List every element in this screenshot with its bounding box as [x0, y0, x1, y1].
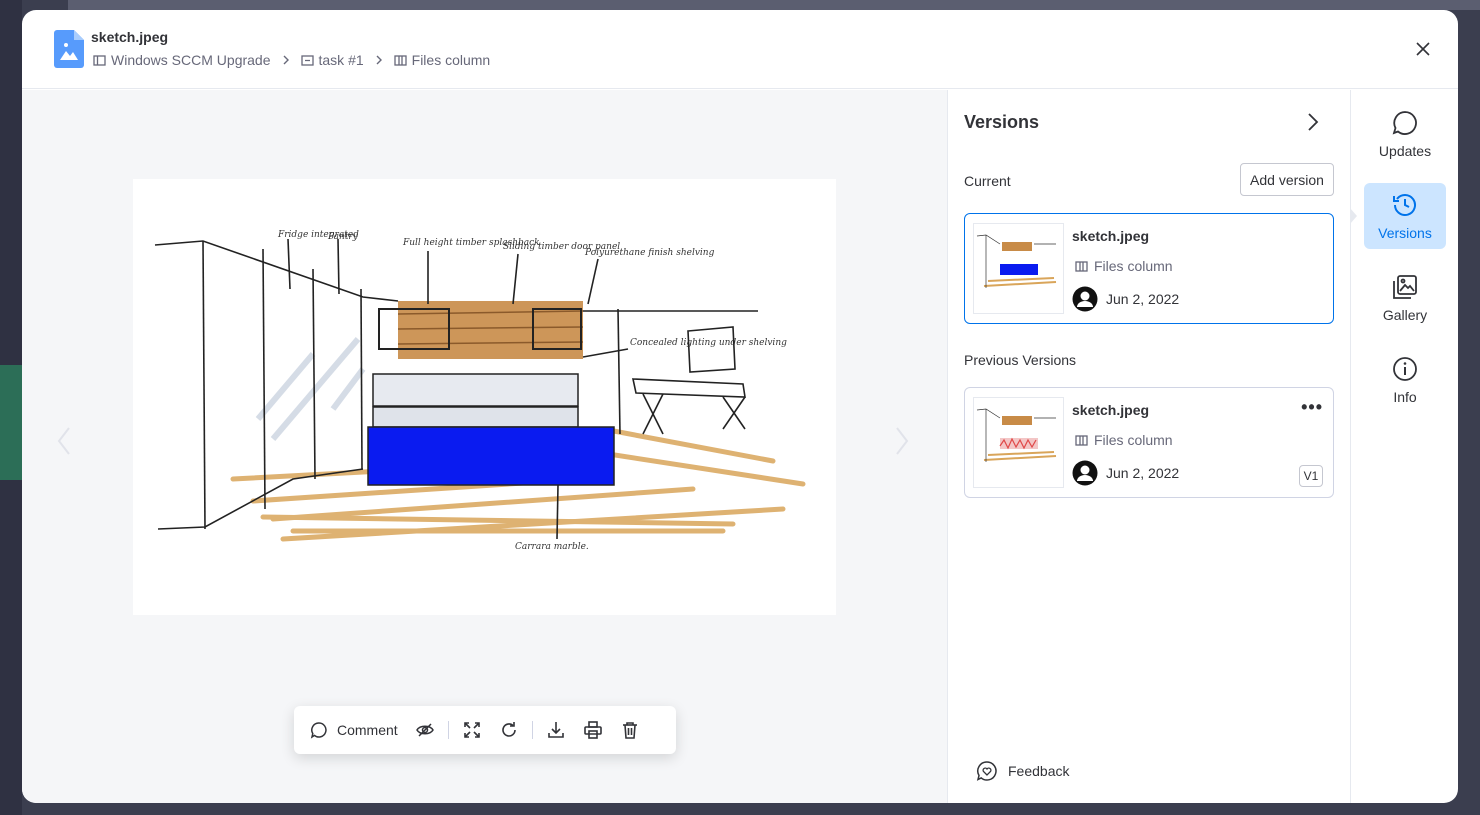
trash-icon	[622, 722, 637, 739]
breadcrumb-item-label: task #1	[318, 52, 364, 68]
current-version-label: Current	[964, 173, 1011, 189]
rail-item-gallery[interactable]: Gallery	[1364, 265, 1446, 331]
avatar[interactable]	[1072, 460, 1098, 486]
gallery-icon	[1393, 275, 1417, 299]
collapse-panel-chevron-icon[interactable]	[1302, 111, 1324, 133]
info-icon	[1393, 357, 1417, 381]
version-badge: V1	[1299, 465, 1323, 487]
board-icon	[93, 54, 106, 66]
version-date: Jun 2, 2022	[1106, 291, 1180, 307]
feedback-label: Feedback	[1008, 763, 1070, 779]
previous-version-card[interactable]: sketch.jpeg ••• Files column Jun 2, 2022…	[964, 387, 1334, 498]
sketch-annotation-lighting: Concealed lighting under shelving	[630, 338, 787, 348]
comment-icon	[310, 722, 327, 739]
chat-icon	[1392, 111, 1417, 135]
version-thumbnail	[973, 397, 1064, 488]
file-viewer-modal: sketch.jpeg Windows SCCM Upgrade task #1…	[22, 10, 1458, 803]
fullscreen-button[interactable]	[461, 719, 483, 741]
rail-item-label: Updates	[1378, 143, 1432, 159]
history-icon	[1393, 194, 1416, 216]
versions-panel-title: Versions	[964, 112, 1040, 132]
modal-header: sketch.jpeg Windows SCCM Upgrade task #1…	[22, 10, 1458, 89]
versions-panel: Versions Current Add version sketch.jpeg…	[947, 90, 1350, 803]
column-icon	[393, 54, 407, 66]
toggle-comments-button[interactable]	[414, 719, 436, 741]
kitchen-sketch-image: Fridge integrated Pantry Full height tim…	[133, 179, 836, 615]
breadcrumb-board-label: Windows SCCM Upgrade	[111, 52, 271, 68]
current-version-card[interactable]: sketch.jpeg Files column Jun 2, 2022	[964, 213, 1334, 324]
close-icon[interactable]	[1412, 38, 1434, 60]
more-options-icon[interactable]: •••	[1301, 398, 1323, 416]
download-icon	[547, 722, 564, 738]
previous-versions-label: Previous Versions	[964, 352, 1077, 368]
rail-item-label: Gallery	[1382, 307, 1428, 323]
sketch-annotation-marble: Carrara marble.	[515, 542, 589, 552]
rail-item-info[interactable]: Info	[1364, 347, 1446, 413]
version-author-date: Jun 2, 2022	[1072, 286, 1179, 312]
rail-item-label: Info	[1393, 389, 1417, 405]
version-column-label: Files column	[1094, 258, 1173, 274]
rotate-button[interactable]	[498, 719, 520, 741]
previous-image-arrow-icon[interactable]	[56, 426, 72, 456]
rail-item-label: Versions	[1378, 225, 1432, 241]
sketch-annotation-shelving: Polyurethane finish shelving	[584, 248, 715, 258]
feedback-heart-icon	[976, 761, 997, 781]
version-column: Files column	[1075, 432, 1173, 448]
version-column: Files column	[1075, 258, 1173, 274]
column-icon	[1075, 260, 1088, 272]
image-file-icon	[54, 30, 84, 68]
side-rail: Updates Versions Gallery Info	[1350, 90, 1458, 803]
version-column-label: Files column	[1094, 432, 1173, 448]
file-title: sketch.jpeg	[91, 29, 169, 45]
version-file-name: sketch.jpeg	[1072, 402, 1150, 418]
user-avatar-icon	[1072, 460, 1098, 486]
version-thumbnail	[973, 223, 1064, 314]
comment-button[interactable]: Comment	[310, 721, 398, 739]
viewer-toolbar: Comment	[294, 706, 676, 754]
add-version-button[interactable]: Add version	[1240, 163, 1334, 196]
version-file-name: sketch.jpeg	[1072, 228, 1150, 244]
fullscreen-icon	[463, 722, 480, 738]
rotate-icon	[501, 722, 516, 737]
chevron-right-icon	[376, 55, 382, 65]
column-icon	[1075, 434, 1088, 446]
breadcrumb-column[interactable]: Files column	[393, 52, 491, 68]
toolbar-divider	[447, 721, 449, 739]
print-button[interactable]	[582, 719, 604, 741]
breadcrumb-board[interactable]: Windows SCCM Upgrade	[93, 52, 271, 68]
background-side-tab	[0, 365, 22, 480]
image-viewer: Fridge integrated Pantry Full height tim…	[22, 90, 947, 803]
comment-label: Comment	[337, 722, 398, 738]
breadcrumb-column-label: Files column	[411, 52, 491, 68]
breadcrumb: Windows SCCM Upgrade task #1 Files colum…	[93, 52, 490, 68]
version-author-date: Jun 2, 2022	[1072, 460, 1179, 486]
chevron-right-icon	[283, 55, 289, 65]
item-icon	[300, 54, 314, 66]
print-icon	[583, 721, 602, 739]
sketch-annotation-pantry: Pantry	[327, 232, 359, 242]
rail-active-pointer	[1350, 208, 1357, 224]
rail-item-updates[interactable]: Updates	[1364, 101, 1446, 167]
toolbar-divider	[531, 721, 533, 739]
breadcrumb-item[interactable]: task #1	[300, 52, 364, 68]
user-avatar-icon	[1072, 286, 1098, 312]
feedback-button[interactable]: Feedback	[976, 760, 1069, 782]
next-image-arrow-icon[interactable]	[894, 426, 910, 456]
avatar[interactable]	[1072, 286, 1098, 312]
eye-hidden-icon	[415, 723, 434, 737]
rail-item-versions[interactable]: Versions	[1364, 183, 1446, 249]
background-board-top	[68, 0, 1480, 10]
delete-button[interactable]	[619, 719, 641, 741]
version-date: Jun 2, 2022	[1106, 465, 1180, 481]
background-board-edge	[0, 0, 22, 815]
download-button[interactable]	[545, 719, 567, 741]
